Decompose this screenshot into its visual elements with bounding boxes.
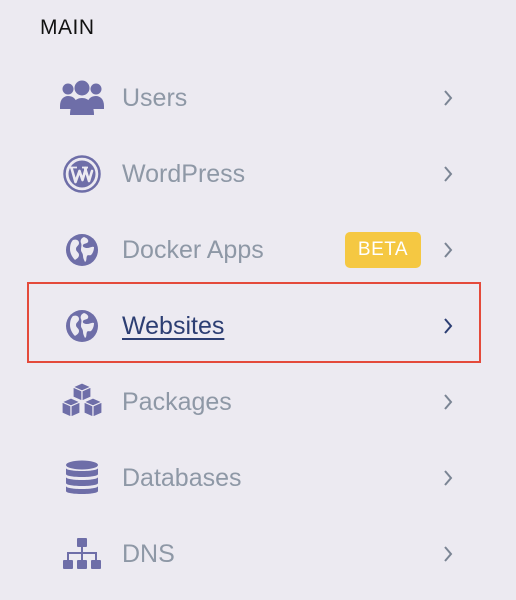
sidebar-item-wordpress[interactable]: WordPress <box>0 136 516 212</box>
chevron-right-icon <box>438 60 458 136</box>
sidebar-item-label: DNS <box>122 540 175 568</box>
section-title: MAIN <box>40 16 95 39</box>
wordpress-icon <box>58 153 106 195</box>
chevron-right-icon <box>438 288 458 364</box>
sidebar-item-users[interactable]: Users <box>0 60 516 136</box>
globe-icon <box>58 229 106 271</box>
sidebar-item-databases[interactable]: Databases <box>0 440 516 516</box>
sidebar-item-label: Packages <box>122 388 232 416</box>
sidebar-item-packages[interactable]: Packages <box>0 364 516 440</box>
sidebar-item-label: Databases <box>122 464 242 492</box>
sidebar-item-label: Users <box>122 84 188 112</box>
sidebar-item-label: WordPress <box>122 160 246 188</box>
chevron-right-icon <box>438 440 458 516</box>
users-icon <box>58 77 106 119</box>
globe-icon <box>58 305 106 347</box>
packages-icon <box>58 381 106 423</box>
beta-badge: BETA <box>345 232 421 268</box>
chevron-right-icon <box>438 364 458 440</box>
chevron-right-icon <box>438 136 458 212</box>
database-icon <box>58 457 106 499</box>
chevron-right-icon <box>438 516 458 592</box>
chevron-right-icon <box>438 212 458 288</box>
sitemap-icon <box>58 533 106 575</box>
sidebar-item-label: Docker Apps <box>122 236 264 264</box>
sidebar-item-docker-apps[interactable]: Docker Apps BETA <box>0 212 516 288</box>
sidebar-item-label[interactable]: Websites <box>122 288 224 364</box>
sidebar-item-dns[interactable]: DNS <box>0 516 516 592</box>
sidebar-item-websites[interactable]: Websites <box>0 288 516 364</box>
